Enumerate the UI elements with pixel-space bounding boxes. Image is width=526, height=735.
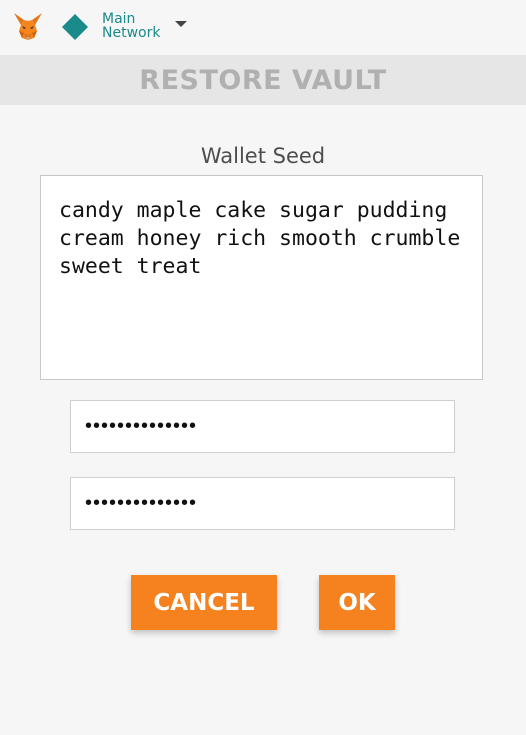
page-title: RESTORE VAULT	[139, 64, 387, 96]
wallet-seed-label: Wallet Seed	[200, 144, 326, 168]
network-name-line1: Main	[102, 11, 136, 27]
confirm-password-field[interactable]	[70, 477, 455, 530]
new-password-field[interactable]	[70, 400, 455, 453]
wallet-seed-textarea[interactable]: candy maple cake sugar pudding cream hon…	[40, 175, 483, 380]
network-name-line2: Network	[102, 25, 161, 41]
metamask-fox-icon[interactable]	[12, 11, 44, 43]
app-header: Main Network	[0, 0, 526, 55]
network-selector[interactable]: Main Network	[102, 12, 160, 40]
page-title-bar: RESTORE VAULT	[0, 55, 526, 105]
cancel-button[interactable]: CANCEL	[131, 575, 277, 630]
ok-button[interactable]: OK	[319, 575, 395, 630]
caret-down-icon[interactable]	[173, 16, 189, 32]
diamond-icon[interactable]	[62, 14, 88, 40]
